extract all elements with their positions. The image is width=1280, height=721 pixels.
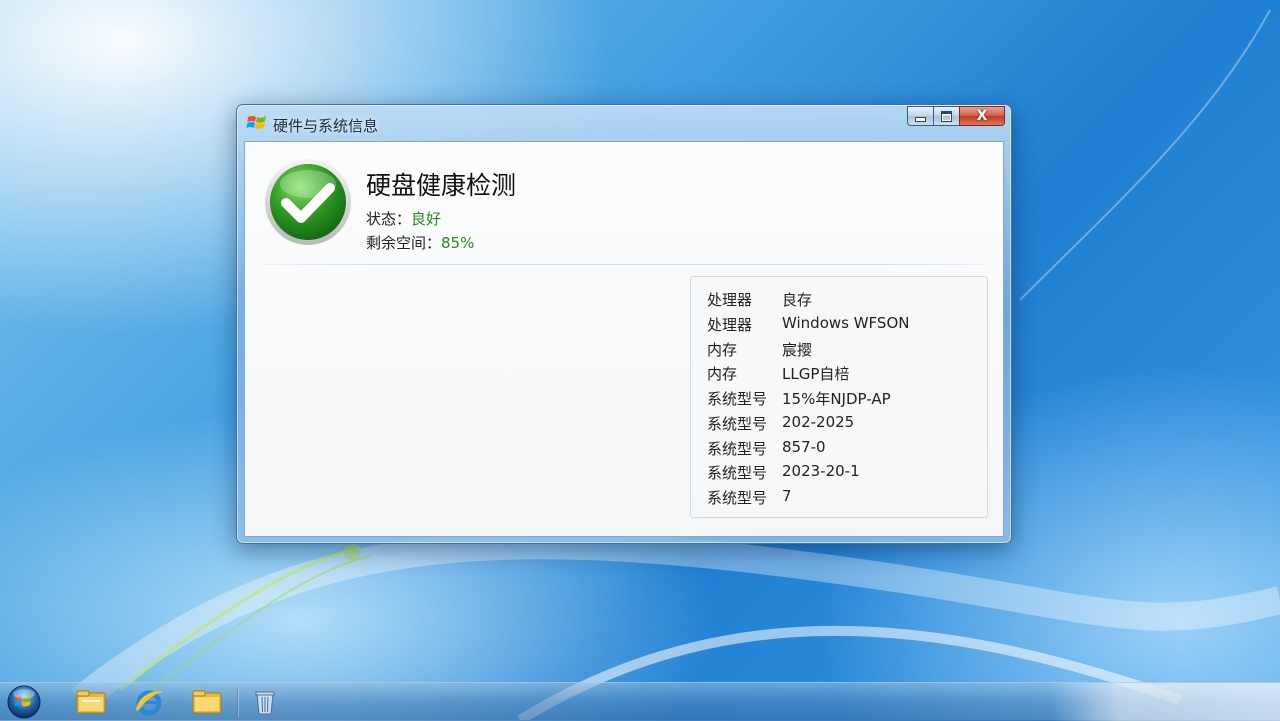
close-icon: X — [976, 108, 988, 124]
free-space-line: 剩余空间：85% — [366, 232, 474, 253]
taskbar — [0, 682, 1280, 721]
status-line: 状态：良好 — [366, 208, 441, 229]
info-key: 系统型号 — [707, 415, 768, 433]
taskbar-folder-button[interactable] — [178, 685, 236, 719]
folder-icon — [192, 690, 222, 714]
info-key: 系统型号 — [707, 464, 768, 482]
info-key: 系统型号 — [707, 390, 768, 408]
info-key: 处理器 — [707, 316, 753, 334]
info-value: 15%年NJDP-AP — [782, 390, 891, 408]
window-content: 硬盘健康检测 状态：良好 剩余空间：85% 处理器 良存 处理器 Windows… — [244, 141, 1004, 537]
maximize-button[interactable] — [933, 106, 959, 126]
minimize-button[interactable] — [907, 106, 933, 126]
info-key: 内存 — [707, 341, 738, 359]
info-value: 7 — [782, 487, 792, 505]
info-value: 857-0 — [782, 438, 826, 456]
notification-area — [1050, 683, 1280, 721]
free-space-label: 剩余空间： — [366, 234, 442, 252]
recycle-bin-icon — [255, 691, 275, 715]
internet-explorer-icon — [136, 690, 163, 716]
info-value: 宸撄 — [782, 341, 813, 359]
caption-buttons: X — [907, 106, 1005, 128]
status-label: 状态： — [366, 210, 412, 228]
maximize-icon — [934, 107, 959, 125]
start-orb[interactable] — [4, 684, 44, 720]
free-space-value: 85% — [441, 234, 475, 252]
info-key: 系统型号 — [707, 440, 768, 458]
close-button[interactable]: X — [959, 106, 1005, 126]
taskbar-ie-button[interactable] — [120, 685, 178, 719]
info-value: LLGP自棓 — [782, 365, 850, 383]
title-bar[interactable]: 硬件与系统信息 X — [237, 105, 1011, 141]
green-checkmark-icon — [265, 159, 351, 245]
divider — [265, 264, 987, 265]
window-title: 硬件与系统信息 — [273, 117, 379, 135]
taskbar-explorer-button[interactable] — [62, 685, 120, 719]
taskbar-separator — [237, 687, 239, 717]
folder-icon — [76, 690, 106, 714]
minimize-icon — [908, 107, 933, 125]
windows-logo-icon — [246, 116, 266, 129]
system-info-panel: 处理器 良存 处理器 Windows WFSON 内存 宸撄 内存 LLGP自棓… — [690, 276, 988, 518]
taskbar-recycle-bin-button[interactable] — [240, 685, 290, 719]
info-key: 系统型号 — [707, 489, 768, 507]
status-value: 良好 — [411, 210, 442, 228]
page-title: 硬盘健康检测 — [366, 171, 517, 200]
system-info-window: 硬件与系统信息 X 硬盘健康检测 状态：良好 剩余空间：85% 处理器 良存 处… — [236, 104, 1012, 544]
info-value: 202-2025 — [782, 413, 855, 431]
info-key: 处理器 — [707, 291, 753, 309]
info-value: 2023-20-1 — [782, 462, 860, 480]
info-value: 良存 — [782, 291, 813, 309]
info-value: Windows WFSON — [782, 314, 910, 332]
info-key: 内存 — [707, 365, 738, 383]
